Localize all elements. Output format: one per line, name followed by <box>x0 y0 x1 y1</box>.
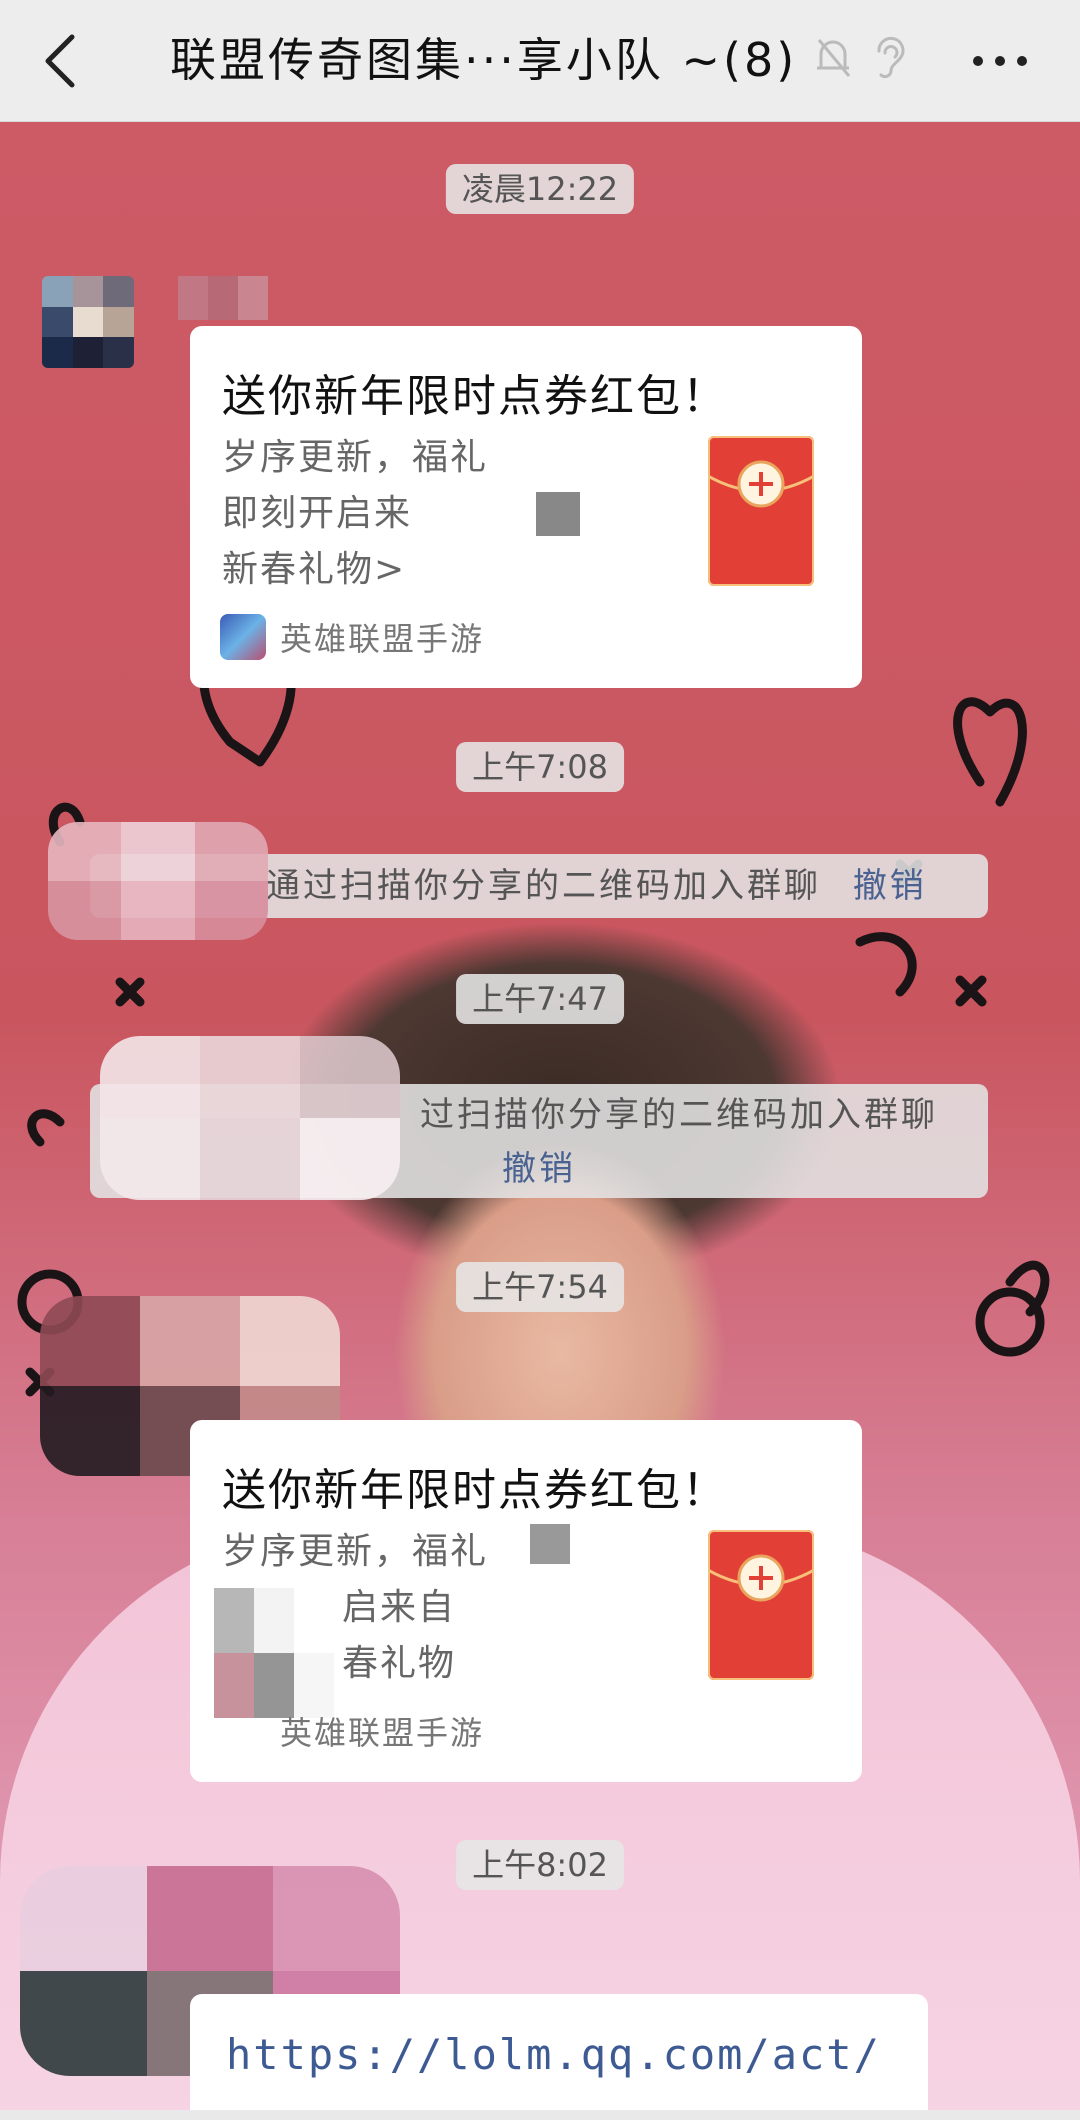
timestamp: 上午8:02 <box>456 1840 624 1890</box>
avatar[interactable] <box>42 276 134 368</box>
timestamp: 上午7:08 <box>456 742 624 792</box>
mute-bell-icon <box>808 30 858 86</box>
nickname-mosaic <box>178 276 268 320</box>
link-message[interactable]: https://lolm.qq.com/act/ <box>190 1994 928 2120</box>
more-icon[interactable] <box>960 26 1040 96</box>
back-arrow-icon[interactable] <box>40 26 110 96</box>
name-mosaic <box>100 1036 400 1200</box>
app-icon <box>220 614 266 660</box>
red-envelope-icon <box>707 436 815 586</box>
card-source: 英雄联盟手游 <box>280 1714 485 1752</box>
red-packet-card[interactable]: 送你新年限时点券红包！ 岁序更新，福礼 即刻开启来 新春礼物> 英雄联盟手游 <box>190 326 862 688</box>
mosaic-patch <box>536 492 580 536</box>
red-envelope-icon <box>707 1530 815 1680</box>
mosaic-patch <box>530 1524 570 1564</box>
chat-header: 联盟传奇图集···享小队 ~(8) <box>0 0 1080 122</box>
mosaic-patch <box>530 426 610 556</box>
timestamp: 凌晨12:22 <box>445 164 635 214</box>
chat-title[interactable]: 联盟传奇图集···享小队 ~(8) <box>170 28 810 92</box>
red-packet-card[interactable]: 送你新年限时点券红包！ 岁序更新，福礼 启来自 春礼物 英雄联盟手游 <box>190 1420 862 1782</box>
name-mosaic <box>48 822 268 940</box>
card-source: 英雄联盟手游 <box>220 614 484 660</box>
chat-area[interactable]: 凌晨12:22 送你新年限时点券红包！ 岁序更新，福礼 即刻开启来 新春礼物> … <box>0 122 1080 2120</box>
bottom-edge <box>0 2110 1080 2120</box>
ear-icon <box>864 30 914 86</box>
card-title: 送你新年限时点券红包！ <box>222 371 728 422</box>
revoke-link[interactable]: 撤销 <box>853 866 927 906</box>
mosaic-patch <box>214 1588 334 1718</box>
link-url[interactable]: https://lolm.qq.com/act/ <box>226 2030 881 2079</box>
timestamp: 上午7:54 <box>456 1262 624 1312</box>
card-title: 送你新年限时点券红包！ <box>222 1465 728 1516</box>
timestamp: 上午7:47 <box>456 974 624 1024</box>
